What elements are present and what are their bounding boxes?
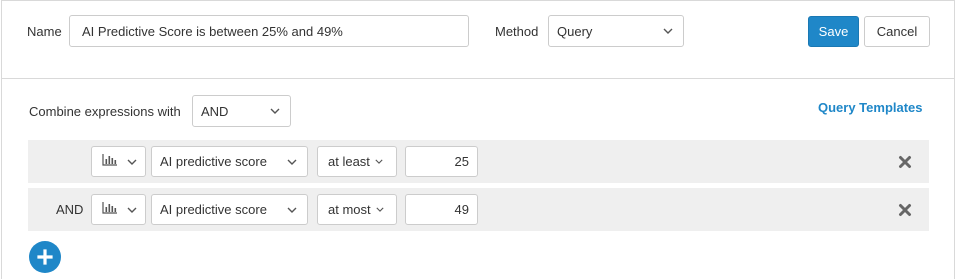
combine-select[interactable]: AND [192,95,291,127]
operator-select-value: at least [328,154,370,169]
name-input[interactable] [69,15,469,47]
chevron-down-icon [374,157,384,167]
method-label: Method [495,24,539,39]
operator-select[interactable]: at most [317,194,397,225]
combine-select-value: AND [201,103,229,119]
add-expression-button[interactable] [29,241,61,273]
chevron-down-icon [287,205,297,215]
chart-type-select[interactable] [91,194,146,225]
operator-select-value: at most [328,202,371,217]
close-icon[interactable] [898,203,912,217]
combine-label: Combine expressions with [29,104,181,119]
query-templates-link[interactable]: Query Templates [818,100,923,115]
value-input[interactable] [405,146,478,177]
method-select[interactable]: Query [548,15,684,47]
row-join-label: AND [56,202,84,217]
method-select-value: Query [557,23,593,39]
field-select[interactable]: AI predictive score [151,194,308,225]
field-select-value: AI predictive score [160,154,267,169]
chevron-down-icon [270,106,280,116]
chevron-down-icon [127,205,137,215]
chevron-down-icon [287,157,297,167]
value-input[interactable] [405,194,478,225]
plus-icon [37,249,53,265]
bar-chart-icon [102,202,127,217]
bar-chart-icon [102,154,127,169]
save-button[interactable]: Save [808,16,859,47]
name-label: Name [27,24,62,39]
expression-row: AI predictive score at least [28,140,929,183]
chevron-down-icon [127,157,137,167]
chevron-down-icon [663,26,673,36]
chart-type-select[interactable] [91,146,146,177]
operator-select[interactable]: at least [317,146,397,177]
cancel-button[interactable]: Cancel [864,16,930,47]
field-select[interactable]: AI predictive score [151,146,308,177]
close-icon[interactable] [898,155,912,169]
chevron-down-icon [375,205,385,215]
field-select-value: AI predictive score [160,202,267,217]
expression-row: AND AI predictive score at most [28,188,929,231]
